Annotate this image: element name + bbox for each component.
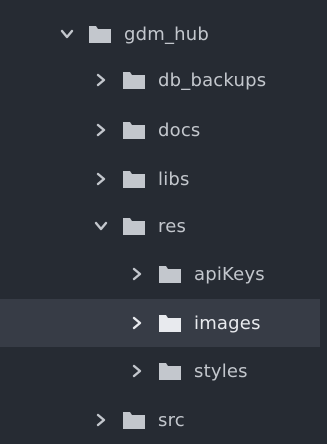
chevron-right-icon[interactable]: [130, 316, 144, 330]
tree-item-res[interactable]: res: [0, 202, 320, 250]
folder-icon: [122, 216, 146, 236]
file-tree: gdm_hub db_backups docs libs res apiKeys…: [0, 0, 327, 439]
chevron-down-icon[interactable]: [60, 27, 74, 41]
tree-item-apikeys[interactable]: apiKeys: [0, 250, 320, 298]
tree-item-label: res: [158, 215, 187, 237]
folder-icon: [158, 361, 182, 381]
tree-item-libs[interactable]: libs: [0, 155, 320, 203]
tree-item-db-backups[interactable]: db_backups: [0, 56, 320, 104]
folder-icon: [122, 169, 146, 189]
chevron-right-icon[interactable]: [130, 364, 144, 378]
folder-icon: [158, 313, 182, 333]
chevron-down-icon[interactable]: [94, 219, 108, 233]
folder-icon: [122, 70, 146, 90]
chevron-right-icon[interactable]: [94, 73, 108, 87]
chevron-right-icon[interactable]: [130, 267, 144, 281]
tree-item-src[interactable]: src: [0, 396, 320, 444]
tree-item-images[interactable]: images: [0, 299, 320, 347]
chevron-right-icon[interactable]: [94, 123, 108, 137]
tree-item-label: apiKeys: [194, 263, 265, 285]
tree-item-label: docs: [158, 119, 201, 141]
tree-item-label: db_backups: [158, 69, 267, 91]
tree-item-gdm-hub[interactable]: gdm_hub: [0, 10, 320, 58]
chevron-right-icon[interactable]: [94, 413, 108, 427]
chevron-right-icon[interactable]: [94, 172, 108, 186]
tree-item-label: gdm_hub: [124, 23, 210, 45]
tree-item-label: styles: [194, 360, 248, 382]
folder-icon: [88, 24, 112, 44]
tree-item-docs[interactable]: docs: [0, 106, 320, 154]
tree-item-label: libs: [158, 168, 190, 190]
tree-item-label: images: [194, 312, 261, 334]
folder-icon: [122, 410, 146, 430]
tree-item-styles[interactable]: styles: [0, 347, 320, 395]
tree-item-label: src: [158, 409, 185, 431]
folder-icon: [158, 264, 182, 284]
folder-icon: [122, 120, 146, 140]
